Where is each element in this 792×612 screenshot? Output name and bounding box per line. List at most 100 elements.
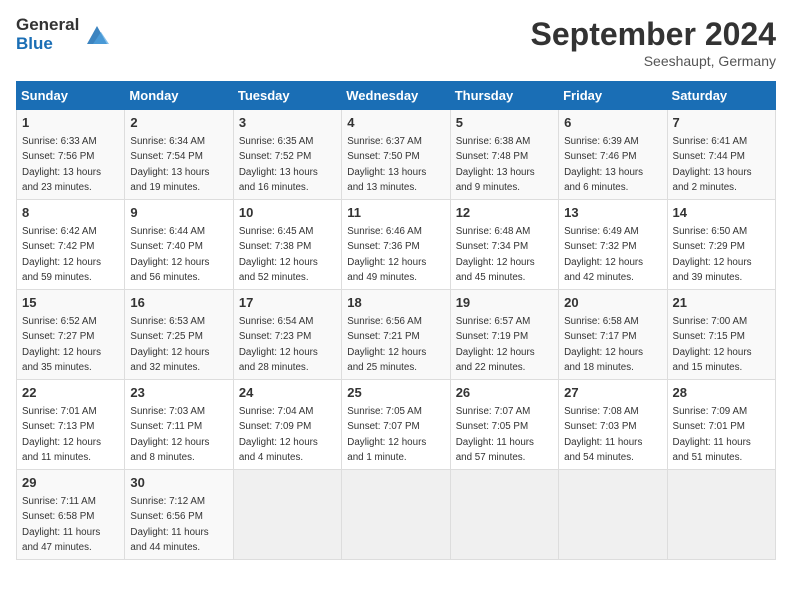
- day-info: Sunrise: 6:45 AM Sunset: 7:38 PM Dayligh…: [239, 226, 318, 283]
- day-number: 13: [564, 204, 661, 222]
- day-number: 14: [673, 204, 770, 222]
- day-number: 30: [130, 474, 227, 492]
- day-number: 29: [22, 474, 119, 492]
- day-cell: 19Sunrise: 6:57 AM Sunset: 7:19 PM Dayli…: [450, 290, 558, 380]
- month-title: September 2024: [531, 16, 776, 53]
- day-info: Sunrise: 6:46 AM Sunset: 7:36 PM Dayligh…: [347, 226, 426, 283]
- day-number: 15: [22, 294, 119, 312]
- calendar-table: Sunday Monday Tuesday Wednesday Thursday…: [16, 81, 776, 560]
- day-cell: 1Sunrise: 6:33 AM Sunset: 7:56 PM Daylig…: [17, 110, 125, 200]
- page-header: General Blue September 2024 Seeshaupt, G…: [16, 16, 776, 69]
- day-cell: 4 Sunrise: 6:37 AM Sunset: 7:50 PM Daylig…: [342, 110, 450, 200]
- day-number: 18: [347, 294, 444, 312]
- day-info: Sunrise: 6:37 AM Sunset: 7:50 PM Dayligh…: [347, 136, 426, 193]
- day-cell: 25Sunrise: 7:05 AM Sunset: 7:07 PM Dayli…: [342, 380, 450, 470]
- day-cell: 17 Sunrise: 6:54 AM Sunset: 7:23 PM Dayli…: [233, 290, 341, 380]
- day-cell: 12Sunrise: 6:48 AM Sunset: 7:34 PM Dayli…: [450, 200, 558, 290]
- day-number: 27: [564, 384, 661, 402]
- day-info: Sunrise: 7:00 AM Sunset: 7:15 PM Dayligh…: [673, 316, 752, 373]
- week-row: 22Sunrise: 7:01 AM Sunset: 7:13 PM Dayli…: [17, 380, 776, 470]
- day-info: Sunrise: 7:08 AM Sunset: 7:03 PM Dayligh…: [564, 406, 642, 463]
- day-cell: 29 Sunrise: 7:11 AM Sunset: 6:58 PM Dayli…: [17, 470, 125, 560]
- logo-icon: [83, 22, 111, 48]
- day-number: 1: [22, 114, 119, 132]
- location: Seeshaupt, Germany: [531, 53, 776, 69]
- day-number: 6: [564, 114, 661, 132]
- day-cell: 16 Sunrise: 6:53 AM Sunset: 7:25 PM Dayli…: [125, 290, 233, 380]
- day-info: Sunrise: 6:41 AM Sunset: 7:44 PM Dayligh…: [673, 136, 752, 193]
- day-info: Sunrise: 7:12 AM Sunset: 6:56 PM Dayligh…: [130, 496, 208, 553]
- day-cell: 23 Sunrise: 7:03 AM Sunset: 7:11 PM Dayli…: [125, 380, 233, 470]
- day-info: Sunrise: 6:54 AM Sunset: 7:23 PM Dayligh…: [239, 316, 318, 373]
- day-info: Sunrise: 6:34 AM Sunset: 7:54 PM Dayligh…: [130, 136, 209, 193]
- day-info: Sunrise: 7:07 AM Sunset: 7:05 PM Dayligh…: [456, 406, 534, 463]
- week-row: 15 Sunrise: 6:52 AM Sunset: 7:27 PM Dayli…: [17, 290, 776, 380]
- day-number: 25: [347, 384, 444, 402]
- day-cell: 3 Sunrise: 6:35 AM Sunset: 7:52 PM Daylig…: [233, 110, 341, 200]
- day-number: 3: [239, 114, 336, 132]
- day-number: 7: [673, 114, 770, 132]
- day-number: 8: [22, 204, 119, 222]
- day-info: Sunrise: 7:11 AM Sunset: 6:58 PM Dayligh…: [22, 496, 100, 553]
- logo-blue: Blue: [16, 35, 79, 54]
- day-cell: 28Sunrise: 7:09 AM Sunset: 7:01 PM Dayli…: [667, 380, 775, 470]
- col-tuesday: Tuesday: [233, 82, 341, 110]
- day-number: 17: [239, 294, 336, 312]
- col-wednesday: Wednesday: [342, 82, 450, 110]
- day-number: 11: [347, 204, 444, 222]
- day-number: 22: [22, 384, 119, 402]
- day-cell: 14 Sunrise: 6:50 AM Sunset: 7:29 PM Dayli…: [667, 200, 775, 290]
- day-number: 2: [130, 114, 227, 132]
- day-cell: 9 Sunrise: 6:44 AM Sunset: 7:40 PM Daylig…: [125, 200, 233, 290]
- logo-general: General: [16, 16, 79, 35]
- day-info: Sunrise: 6:49 AM Sunset: 7:32 PM Dayligh…: [564, 226, 643, 283]
- day-info: Sunrise: 6:35 AM Sunset: 7:52 PM Dayligh…: [239, 136, 318, 193]
- day-info: Sunrise: 7:04 AM Sunset: 7:09 PM Dayligh…: [239, 406, 318, 463]
- day-info: Sunrise: 7:03 AM Sunset: 7:11 PM Dayligh…: [130, 406, 209, 463]
- day-info: Sunrise: 6:56 AM Sunset: 7:21 PM Dayligh…: [347, 316, 426, 373]
- header-row: Sunday Monday Tuesday Wednesday Thursday…: [17, 82, 776, 110]
- day-number: 23: [130, 384, 227, 402]
- day-info: Sunrise: 6:48 AM Sunset: 7:34 PM Dayligh…: [456, 226, 535, 283]
- day-info: Sunrise: 6:38 AM Sunset: 7:48 PM Dayligh…: [456, 136, 535, 193]
- day-cell: 2 Sunrise: 6:34 AM Sunset: 7:54 PM Daylig…: [125, 110, 233, 200]
- day-cell: 20Sunrise: 6:58 AM Sunset: 7:17 PM Dayli…: [559, 290, 667, 380]
- day-number: 19: [456, 294, 553, 312]
- day-cell: 7 Sunrise: 6:41 AM Sunset: 7:44 PM Daylig…: [667, 110, 775, 200]
- day-number: 16: [130, 294, 227, 312]
- day-info: Sunrise: 6:44 AM Sunset: 7:40 PM Dayligh…: [130, 226, 209, 283]
- week-row: 1Sunrise: 6:33 AM Sunset: 7:56 PM Daylig…: [17, 110, 776, 200]
- day-cell: 21 Sunrise: 7:00 AM Sunset: 7:15 PM Dayli…: [667, 290, 775, 380]
- day-info: Sunrise: 6:53 AM Sunset: 7:25 PM Dayligh…: [130, 316, 209, 373]
- col-saturday: Saturday: [667, 82, 775, 110]
- day-cell: 11 Sunrise: 6:46 AM Sunset: 7:36 PM Dayli…: [342, 200, 450, 290]
- day-cell: [559, 470, 667, 560]
- day-cell: 6Sunrise: 6:39 AM Sunset: 7:46 PM Daylig…: [559, 110, 667, 200]
- day-number: 21: [673, 294, 770, 312]
- col-thursday: Thursday: [450, 82, 558, 110]
- day-number: 10: [239, 204, 336, 222]
- col-sunday: Sunday: [17, 82, 125, 110]
- day-info: Sunrise: 7:09 AM Sunset: 7:01 PM Dayligh…: [673, 406, 751, 463]
- title-block: September 2024 Seeshaupt, Germany: [531, 16, 776, 69]
- day-cell: 15 Sunrise: 6:52 AM Sunset: 7:27 PM Dayli…: [17, 290, 125, 380]
- day-number: 26: [456, 384, 553, 402]
- day-number: 20: [564, 294, 661, 312]
- day-number: 24: [239, 384, 336, 402]
- day-info: Sunrise: 6:42 AM Sunset: 7:42 PM Dayligh…: [22, 226, 101, 283]
- day-cell: 10 Sunrise: 6:45 AM Sunset: 7:38 PM Dayli…: [233, 200, 341, 290]
- day-cell: 27 Sunrise: 7:08 AM Sunset: 7:03 PM Dayli…: [559, 380, 667, 470]
- day-cell: 13 Sunrise: 6:49 AM Sunset: 7:32 PM Dayli…: [559, 200, 667, 290]
- logo: General Blue: [16, 16, 111, 53]
- day-cell: 18 Sunrise: 6:56 AM Sunset: 7:21 PM Dayli…: [342, 290, 450, 380]
- col-friday: Friday: [559, 82, 667, 110]
- day-cell: [450, 470, 558, 560]
- day-number: 4: [347, 114, 444, 132]
- day-cell: [667, 470, 775, 560]
- day-number: 9: [130, 204, 227, 222]
- day-cell: 26 Sunrise: 7:07 AM Sunset: 7:05 PM Dayli…: [450, 380, 558, 470]
- day-info: Sunrise: 6:50 AM Sunset: 7:29 PM Dayligh…: [673, 226, 752, 283]
- week-row: 29 Sunrise: 7:11 AM Sunset: 6:58 PM Dayli…: [17, 470, 776, 560]
- day-info: Sunrise: 6:52 AM Sunset: 7:27 PM Dayligh…: [22, 316, 101, 373]
- day-cell: 8 Sunrise: 6:42 AM Sunset: 7:42 PM Daylig…: [17, 200, 125, 290]
